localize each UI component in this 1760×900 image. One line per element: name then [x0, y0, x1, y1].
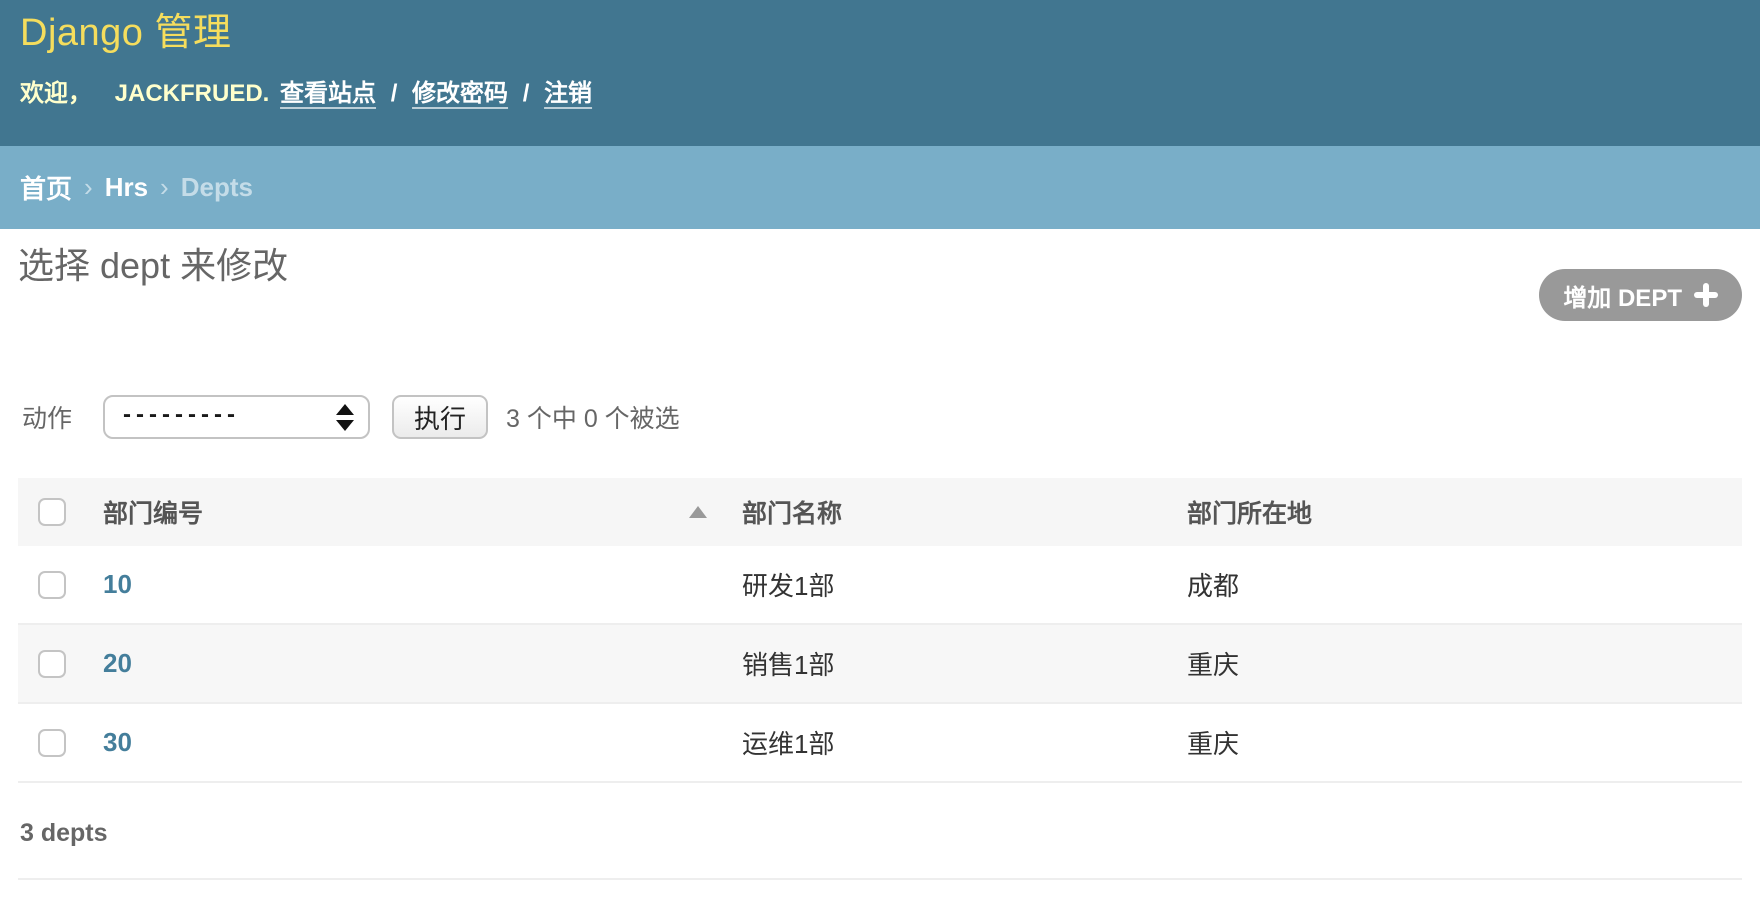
- row-checkbox[interactable]: [38, 571, 66, 599]
- column-header-dept-name[interactable]: 部门名称: [720, 478, 1171, 546]
- page-title: 选择 dept 来修改: [18, 243, 288, 290]
- view-site-link[interactable]: 查看站点: [280, 80, 376, 107]
- username: JACKFRUED.: [115, 80, 270, 107]
- selection-counter: 3 个中 0 个被选: [506, 399, 680, 435]
- dept-name-cell: 销售1部: [720, 624, 1171, 703]
- dept-location-cell: 重庆: [1171, 703, 1742, 782]
- breadcrumb-app-hrs[interactable]: Hrs: [105, 172, 148, 203]
- paginator: 3 depts: [18, 783, 1742, 880]
- column-header-dept-location[interactable]: 部门所在地: [1171, 478, 1742, 546]
- link-separator: /: [523, 80, 530, 107]
- sort-ascending-icon[interactable]: [689, 506, 707, 518]
- column-header-dept-no[interactable]: 部门编号: [83, 478, 720, 546]
- select-all-checkbox[interactable]: [38, 498, 66, 526]
- dept-name-cell: 运维1部: [720, 703, 1171, 782]
- table-row: 30 运维1部 重庆: [18, 703, 1742, 782]
- site-title[interactable]: Django 管理: [20, 10, 1740, 58]
- logout-link[interactable]: 注销: [544, 80, 592, 107]
- table-row: 20 销售1部 重庆: [18, 624, 1742, 703]
- breadcrumb: 首页 › Hrs › Depts: [0, 146, 1760, 229]
- go-button[interactable]: 执行: [392, 395, 488, 439]
- add-dept-button[interactable]: 增加 DEPT: [1539, 269, 1742, 321]
- select-stepper-icon: [336, 404, 354, 431]
- dept-location-cell: 成都: [1171, 546, 1742, 624]
- welcome-text: 欢迎，: [20, 80, 92, 107]
- breadcrumb-separator: ›: [84, 172, 93, 203]
- table-row: 10 研发1部 成都: [18, 546, 1742, 624]
- action-select[interactable]: ---------: [103, 395, 370, 439]
- app-header: Django 管理 欢迎， JACKFRUED. 查看站点 / 修改密码 / 注…: [0, 0, 1760, 146]
- actions-bar: 动作 --------- 执行 3 个中 0 个被选: [18, 395, 1742, 439]
- add-dept-button-label: 增加 DEPT: [1563, 278, 1682, 313]
- plus-icon: [1694, 283, 1718, 307]
- change-password-link[interactable]: 修改密码: [412, 80, 508, 107]
- action-select-value: ---------: [123, 401, 240, 429]
- dept-location-cell: 重庆: [1171, 624, 1742, 703]
- actions-label: 动作: [22, 399, 72, 435]
- row-checkbox[interactable]: [38, 729, 66, 757]
- title-row: 选择 dept 来修改 增加 DEPT: [18, 243, 1742, 321]
- link-separator: /: [391, 80, 398, 107]
- table-header-row: 部门编号 部门名称 部门所在地: [18, 478, 1742, 546]
- dept-link[interactable]: 30: [103, 727, 132, 757]
- user-tools: 欢迎， JACKFRUED. 查看站点 / 修改密码 / 注销: [20, 73, 1740, 108]
- dept-link[interactable]: 10: [103, 569, 132, 599]
- breadcrumb-current: Depts: [181, 172, 253, 203]
- dept-link[interactable]: 20: [103, 648, 132, 678]
- breadcrumb-separator: ›: [160, 172, 169, 203]
- breadcrumb-home[interactable]: 首页: [20, 169, 72, 206]
- dept-name-cell: 研发1部: [720, 546, 1171, 624]
- header-checkbox-cell: [18, 478, 83, 546]
- depts-table: 部门编号 部门名称 部门所在地 10 研发1部 成都 20 销售1部 重庆: [18, 478, 1742, 783]
- row-checkbox[interactable]: [38, 650, 66, 678]
- changelist-content: 选择 dept 来修改 增加 DEPT 动作 --------- 执行 3 个中…: [0, 243, 1760, 880]
